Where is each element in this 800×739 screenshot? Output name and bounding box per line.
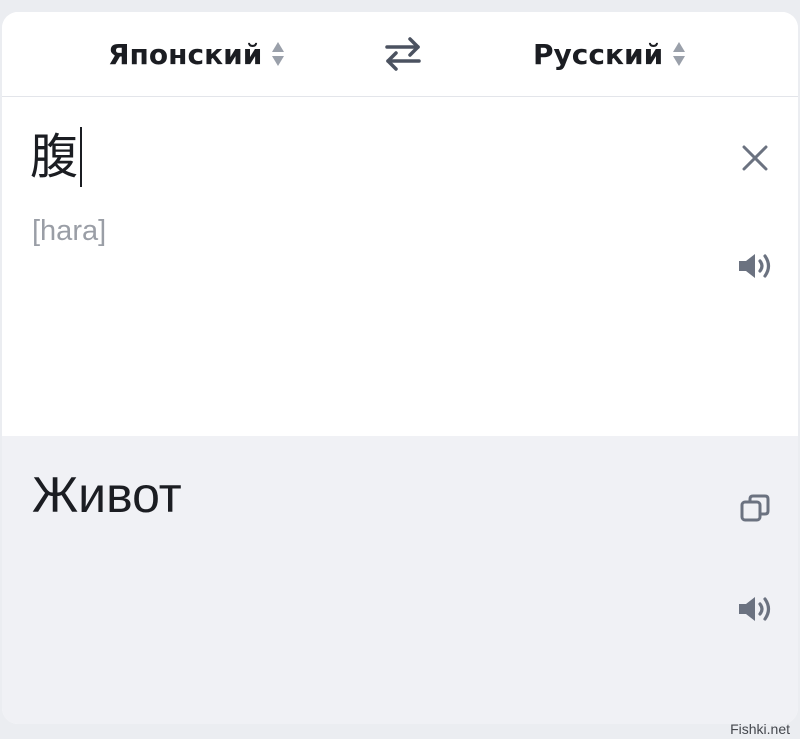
text-caret [80,127,83,187]
watermark: Fishki.net [730,721,790,737]
source-language-selector[interactable]: Японский [108,34,285,74]
copy-icon[interactable] [738,490,774,526]
transliteration: [hara] [32,215,107,247]
sort-arrows-icon [272,42,285,66]
source-input[interactable]: 腹 [30,125,83,189]
source-text: 腹 [30,129,79,185]
source-language-label: Японский [108,37,263,71]
speaker-icon[interactable] [736,251,776,281]
translation-text: Живот [32,467,182,523]
translator-card: Японский Русский 腹 [hara] Живот [2,12,798,724]
sort-arrows-icon [673,42,686,66]
close-icon[interactable] [738,141,772,175]
speaker-icon[interactable] [736,594,776,624]
swap-arrows-icon[interactable] [380,34,426,74]
source-text-area[interactable]: 腹 [hara] [2,97,798,436]
target-language-selector[interactable]: Русский [533,34,686,74]
language-bar: Японский Русский [2,12,798,97]
target-language-label: Русский [533,37,664,71]
translation-area: Живот [2,436,798,724]
